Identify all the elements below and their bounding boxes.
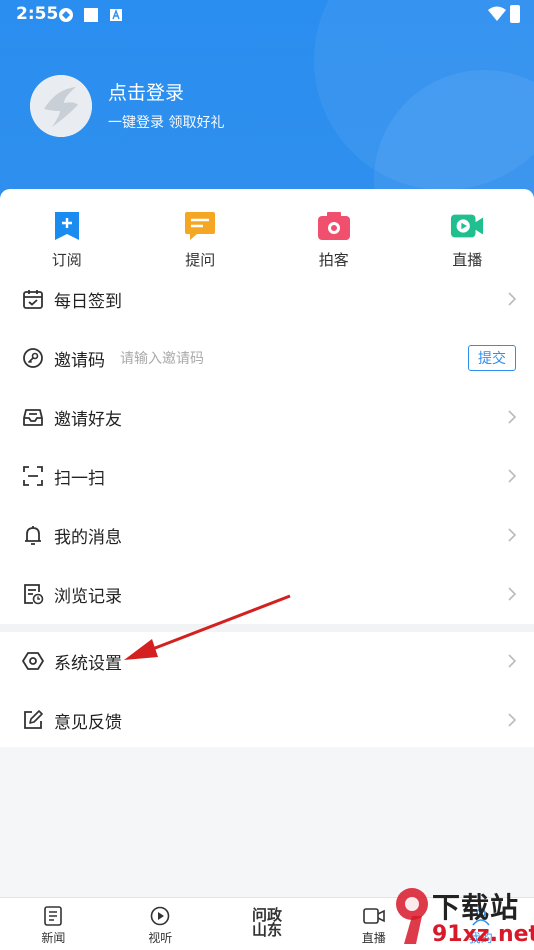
menu-item-label: 扫一扫	[54, 468, 105, 489]
chevron-right-icon	[508, 469, 517, 483]
login-link[interactable]: 点击登录	[108, 80, 224, 106]
section-divider	[0, 624, 534, 632]
menu-item-history[interactable]: 浏览记录	[0, 565, 534, 623]
nav-label: 新闻	[41, 931, 66, 945]
bell-icon	[25, 526, 41, 545]
chevron-right-icon	[508, 587, 517, 601]
menu-item-invite-code[interactable]: 邀请码 请输入邀请码 提交	[0, 329, 534, 387]
watermark-url: 91xz.net	[432, 922, 534, 947]
nav-label: 视听	[148, 931, 173, 945]
menu-item-label: 每日签到	[54, 291, 122, 312]
calendar-icon	[23, 290, 43, 309]
login-subtitle: 一键登录 领取好礼	[108, 115, 225, 131]
sync-icon	[59, 8, 73, 22]
watermark: 下载站 91xz.net	[392, 882, 534, 950]
scan-icon	[23, 466, 43, 486]
play-icon	[150, 906, 170, 926]
chevron-right-icon	[508, 713, 517, 727]
watermark-logo-icon	[396, 888, 428, 944]
menu-item-messages[interactable]: 我的消息	[0, 506, 534, 564]
inbox-icon	[23, 409, 43, 426]
chevron-right-icon	[508, 292, 517, 306]
menu-item-label: 邀请好友	[54, 409, 122, 430]
menu-item-daily-checkin[interactable]: 每日签到	[0, 270, 534, 328]
wifi-icon	[488, 6, 506, 21]
history-icon	[24, 584, 44, 605]
a-icon	[110, 9, 122, 21]
battery-icon	[510, 5, 520, 23]
menu-item-feedback[interactable]: 意见反馈	[0, 691, 534, 749]
live-video-icon	[451, 214, 484, 238]
quick-action-question[interactable]: 提问	[134, 209, 268, 273]
menu-item-invite-friends[interactable]: 邀请好友	[0, 388, 534, 446]
quick-action-label: 直播	[452, 251, 483, 269]
chevron-right-icon	[508, 410, 517, 424]
menu-item-label: 系统设置	[54, 653, 122, 674]
menu-item-label: 浏览记录	[54, 586, 122, 607]
quick-action-subscribe[interactable]: 订阅	[0, 209, 134, 273]
chevron-right-icon	[508, 528, 517, 542]
key-icon	[23, 348, 43, 368]
quick-action-label: 拍客	[318, 251, 349, 269]
news-icon	[44, 906, 63, 926]
menu-item-system-settings[interactable]: 系统设置	[0, 632, 534, 690]
login-area[interactable]: 点击登录 一键登录 领取好礼	[30, 74, 224, 138]
profile-header: 2:55 点击登录 一键登录 领取好礼	[0, 0, 534, 215]
quick-action-label: 提问	[185, 251, 216, 269]
default-avatar-icon	[30, 75, 92, 137]
menu-item-label: 意见反馈	[54, 712, 122, 733]
menu-item-label: 邀请码	[54, 350, 105, 371]
nav-label: 直播	[361, 931, 386, 945]
menu-item-scan[interactable]: 扫一扫	[0, 447, 534, 505]
settings-hex-icon	[22, 652, 44, 670]
avatar[interactable]	[30, 75, 92, 137]
quick-action-live[interactable]: 直播	[401, 209, 534, 273]
chevron-right-icon	[508, 654, 517, 668]
status-bar: 2:55	[0, 0, 534, 30]
subscribe-icon	[54, 212, 79, 240]
quick-actions: 订阅 提问 拍客 直播	[0, 209, 534, 273]
edit-icon	[24, 710, 43, 729]
live-icon	[362, 908, 385, 924]
nav-item-video[interactable]: 视听	[107, 898, 214, 950]
menu-item-label: 我的消息	[54, 527, 122, 548]
invite-code-input[interactable]: 请输入邀请码	[120, 348, 204, 368]
submit-button[interactable]: 提交	[468, 345, 516, 371]
nav-item-news[interactable]: 新闻	[0, 898, 107, 950]
quick-action-label: 订阅	[51, 251, 82, 269]
camera-icon	[317, 212, 350, 240]
watermark-text: 下载站	[432, 891, 520, 924]
nav-item-wenzheng[interactable]: 问政山东	[214, 898, 321, 950]
wenzheng-logo: 问政山东	[251, 906, 282, 939]
question-icon	[185, 212, 216, 240]
square-icon	[84, 8, 98, 22]
quick-action-camera[interactable]: 拍客	[267, 209, 401, 273]
status-time: 2:55	[16, 4, 59, 24]
